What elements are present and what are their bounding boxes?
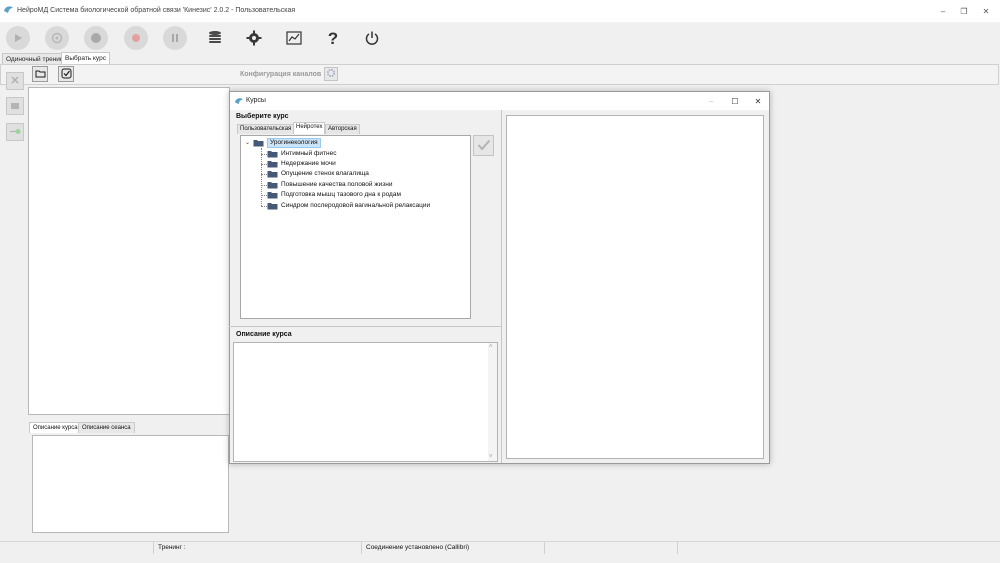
- arrow-add-icon: [9, 127, 21, 138]
- folder-icon: [267, 160, 278, 168]
- open-course-button[interactable]: [32, 66, 48, 82]
- apply-course-button[interactable]: [473, 135, 494, 156]
- tree-item[interactable]: Интимный фитнес: [267, 149, 336, 159]
- dialog-divider: [229, 326, 501, 327]
- course-list-panel: [28, 87, 230, 415]
- tree-item[interactable]: Синдром послеродовой вагинальной релакса…: [267, 201, 430, 211]
- panel-toolbar: [0, 64, 999, 85]
- target-icon: [51, 32, 63, 44]
- close-icon[interactable]: ✕: [979, 6, 993, 16]
- statistics-button[interactable]: [282, 26, 306, 50]
- gear-icon: [326, 68, 336, 80]
- channel-config-label: Конфигурация каналов: [240, 71, 322, 78]
- calibrate-button[interactable]: [45, 26, 69, 50]
- folder-icon: [267, 170, 278, 178]
- course-preview-panel: [506, 115, 764, 459]
- chevron-down-icon[interactable]: ⌄: [245, 138, 253, 148]
- folder-icon: [10, 101, 20, 112]
- tree-item-label: Повышение качества половой жизни: [281, 181, 393, 188]
- tree-item-label: Опущение стенок влагалища: [281, 170, 369, 177]
- power-icon: [364, 30, 380, 46]
- dialog-splitter[interactable]: [501, 110, 502, 463]
- database-button[interactable]: [203, 26, 227, 50]
- tab-course-description[interactable]: Описание курса: [29, 422, 82, 433]
- choose-course-label: Выберите курс: [236, 113, 289, 120]
- tree-guide-line: [261, 148, 262, 206]
- record-icon: [131, 33, 141, 43]
- app-logo-icon: [234, 97, 244, 107]
- tab-user-courses[interactable]: Пользовательская: [237, 124, 295, 134]
- dialog-title: Курсы: [246, 97, 266, 104]
- settings-button[interactable]: [242, 26, 266, 50]
- folder-icon: [267, 181, 278, 189]
- status-connection-text: Соединение установлено (Callibri): [366, 544, 470, 551]
- folder-icon: [35, 69, 46, 80]
- scroll-up-icon[interactable]: ˄: [489, 344, 493, 350]
- tab-neurotech-courses[interactable]: Нейротех: [293, 122, 326, 134]
- close-icon: [10, 75, 20, 87]
- power-button[interactable]: [360, 26, 384, 50]
- tree-item-label: Синдром послеродовой вагинальной релакса…: [281, 202, 431, 209]
- scroll-down-icon[interactable]: ˅: [489, 454, 493, 460]
- tree-item[interactable]: Подготовка мышц тазового дна к родам: [267, 190, 401, 200]
- tree-root-label: Урогинекология: [267, 138, 321, 148]
- dialog-title-bar: Курсы – ☐ ✕: [230, 92, 769, 110]
- tree-item-label: Недержание мочи: [281, 160, 336, 167]
- title-bar: НейроМД Система биологической обратной с…: [0, 0, 1000, 22]
- main-toolbar: ?: [0, 22, 1000, 54]
- description-scrollbar[interactable]: ˄ ˅: [488, 343, 497, 461]
- status-training-label: Тренинг :: [158, 544, 186, 551]
- tab-session-description[interactable]: Описание сеанса: [78, 422, 135, 433]
- folder-icon: [267, 202, 278, 210]
- channel-config-button[interactable]: [324, 67, 338, 81]
- pause-button[interactable]: [163, 26, 187, 50]
- window-title: НейроМД Система биологической обратной с…: [17, 7, 296, 14]
- delete-button[interactable]: [6, 72, 24, 90]
- folder-icon: [253, 139, 264, 147]
- status-training: Тренинг :: [154, 542, 362, 554]
- course-description-textarea[interactable]: ˄ ˅: [233, 342, 498, 462]
- record-button[interactable]: [124, 26, 148, 50]
- question-icon: ?: [327, 28, 339, 48]
- main-window: НейроМД Система биологической обратной с…: [0, 0, 1000, 563]
- play-button[interactable]: [6, 26, 30, 50]
- minimize-icon[interactable]: –: [936, 6, 950, 16]
- dialog-close-icon[interactable]: ✕: [751, 95, 765, 107]
- tree-root-item[interactable]: ⌄ Урогинекология: [245, 138, 321, 148]
- pause-icon: [170, 33, 180, 43]
- status-segment-empty: [0, 542, 154, 554]
- tree-item[interactable]: Недержание мочи: [267, 159, 336, 169]
- checkbox-check-icon: [61, 68, 72, 81]
- monitor-button[interactable]: [84, 26, 108, 50]
- gear-icon: [246, 30, 262, 46]
- restore-icon[interactable]: ❐: [957, 6, 971, 16]
- tree-item-label: Интимный фитнес: [281, 150, 337, 157]
- folder-icon: [267, 150, 278, 158]
- checkmark-icon: [477, 139, 491, 153]
- dialog-maximize-icon[interactable]: ☐: [728, 95, 742, 107]
- dialog-minimize-icon[interactable]: –: [704, 95, 718, 107]
- course-tree: ⌄ Урогинекология Интимный фитнес Недержа…: [240, 135, 471, 319]
- tree-item-label: Подготовка мышц тазового дна к родам: [281, 191, 401, 198]
- status-bar: Тренинг : Соединение установлено (Callib…: [0, 541, 1000, 554]
- tree-item[interactable]: Повышение качества половой жизни: [267, 180, 392, 190]
- save-button[interactable]: [6, 97, 24, 115]
- database-icon: [206, 29, 224, 47]
- description-panel: [32, 435, 229, 533]
- tree-item[interactable]: Опущение стенок влагалища: [267, 169, 369, 179]
- app-logo-icon: [3, 5, 14, 16]
- gauge-icon: [90, 32, 102, 44]
- status-connection: Соединение установлено (Callibri): [362, 542, 545, 554]
- status-segment-3: [545, 542, 678, 554]
- course-description-label: Описание курса: [236, 331, 292, 338]
- help-button[interactable]: ?: [321, 26, 345, 50]
- add-button[interactable]: [6, 123, 24, 141]
- tab-author-courses[interactable]: Авторская: [325, 124, 360, 134]
- select-course-button[interactable]: [58, 66, 74, 82]
- folder-icon: [267, 191, 278, 199]
- play-icon: [13, 33, 23, 43]
- chart-icon: [286, 30, 302, 46]
